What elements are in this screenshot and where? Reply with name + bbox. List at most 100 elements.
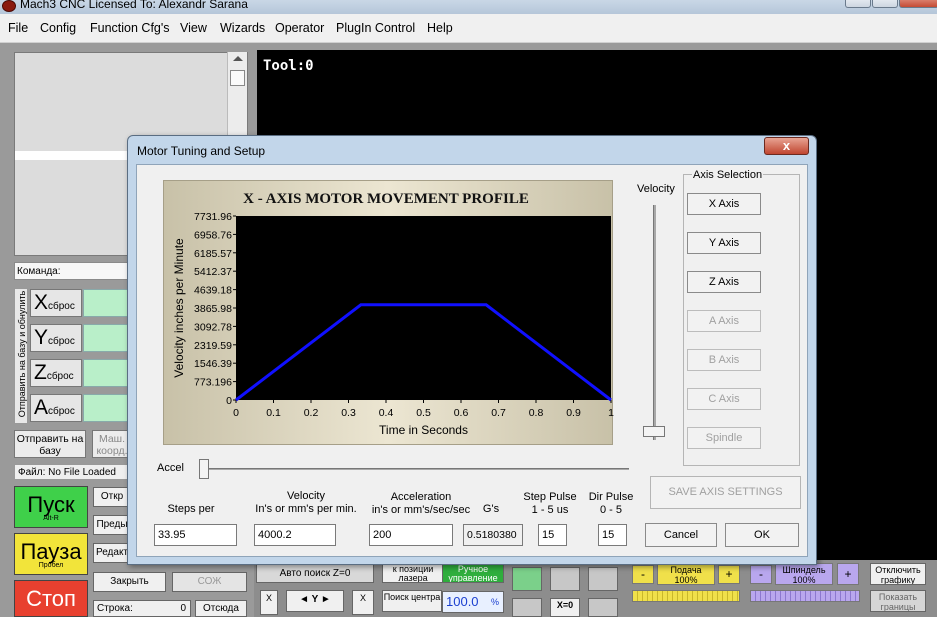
x-tick-label: 0.4 [379,407,394,419]
run-from-here-button[interactable]: Отсюда [195,600,247,617]
y-tick-label: 2319.59 [194,340,232,352]
machine-coords-button[interactable]: Маш. коорд. [92,430,132,458]
minimize-button[interactable] [845,0,871,8]
acceleration-field-label: Acceleration in's or mm's/sec/sec [359,491,483,517]
menu-file[interactable]: File [8,21,28,35]
plot-area [236,216,611,400]
bottom-controls: Авто поиск Z=0 к позиции лазера Ручное у… [254,560,937,617]
close-gcode-button[interactable]: Закрыть [93,572,166,592]
maximize-button[interactable] [872,0,898,8]
disable-graphics-button[interactable]: Отключить графику [870,563,926,585]
b-axis-button[interactable]: B Axis [687,349,761,371]
cycle-start-button[interactable]: Пуск Alt-R [14,486,88,528]
a-dro[interactable] [83,394,129,422]
recent-file-button[interactable]: Преды [93,515,131,535]
x-axis-button[interactable]: X Axis [687,193,761,215]
a-axis-button[interactable]: A Axis [687,310,761,332]
ref-all-home-button[interactable]: Отправить на базу и обнулить [14,288,28,424]
auto-tool-zero-button[interactable]: Авто поиск Z=0 [256,564,374,583]
prev-label: Преды [96,519,128,530]
zero-z-button[interactable]: Zсброс [30,359,82,387]
cancel-label: Cancel [663,529,699,541]
velocity-field-label: Velocity In's or mm's per min. [243,490,369,516]
menu-config[interactable]: Config [40,21,76,35]
send-home-button[interactable]: Отправить на базу [14,430,86,458]
axis-selection-label: Axis Selection [692,169,764,181]
velocity-slider-track[interactable] [653,205,656,440]
jog-x-right-button[interactable]: X [352,590,374,615]
jog-y-button[interactable]: ◄ Y ► [286,590,344,612]
menu-wizards[interactable]: Wizards [220,21,265,35]
cancel-button[interactable]: Cancel [645,523,717,547]
edit-gcode-button[interactable]: Редакт [93,543,131,563]
spindle-override-bar[interactable] [750,590,860,602]
accel-slider-track[interactable] [203,468,629,470]
steps-per-label: Steps per [155,503,227,516]
open-gcode-button[interactable]: Откр [93,487,131,507]
feed-minus-button[interactable]: - [632,565,654,584]
menu-view[interactable]: View [180,21,207,35]
z-axis-button[interactable]: Z Axis [687,271,761,293]
spindle-plus-button[interactable]: + [837,563,859,585]
manual-mode-button[interactable]: Ручное управление [442,563,504,583]
x-zero-button[interactable]: X=0 [550,598,580,617]
gs-input[interactable] [463,524,523,546]
step-pulse-input[interactable] [538,524,567,546]
spindle-minus-button[interactable]: - [750,565,772,584]
show-bounds-button[interactable]: Показать границы [870,590,926,612]
velocity-label-line1: Velocity [287,490,325,502]
c-axis-button[interactable]: C Axis [687,388,761,410]
feed-plus-button[interactable]: + [718,565,740,584]
file-status: Файл: No File Loaded [14,464,132,480]
menu-help[interactable]: Help [427,21,453,35]
spindle-axis-button[interactable]: Spindle [687,427,761,449]
stop-button[interactable]: Стоп [14,580,88,617]
feed-override-bar[interactable] [632,590,740,602]
jog-x-button[interactable]: X [260,590,278,615]
menu-function-cfgs[interactable]: Function Cfg's [90,21,170,35]
feed-hold-button[interactable]: Пауза Пробел [14,533,88,575]
feed-minus-label: - [641,567,645,581]
goto-laser-button[interactable]: к позиции лазера [382,563,444,583]
command-line[interactable]: Команда: [14,262,136,280]
acceleration-input[interactable] [369,524,453,546]
window-close-button[interactable] [899,0,937,8]
steps-per-input[interactable] [154,524,237,546]
velocity-input[interactable] [254,524,336,546]
menu-plugin-control[interactable]: PlugIn Control [336,21,415,35]
scroll-up-icon[interactable] [233,56,243,61]
jog-left-icon[interactable] [512,598,542,617]
feed-rate-percent[interactable]: 100.0% [442,591,504,613]
zero-a-button[interactable]: Aсброс [30,394,82,422]
dir-pulse-input[interactable] [598,524,627,546]
find-center-button[interactable]: Поиск центра [382,590,442,612]
step-pulse-line1: Step Pulse [523,491,577,503]
zero-x-button[interactable]: Xсброс [30,289,82,317]
z-dro[interactable] [83,359,129,387]
y-tick-label: 6958.76 [194,229,232,241]
send-home-label: Отправить на базу [16,433,84,457]
velocity-slider-thumb[interactable] [643,426,665,437]
save-axis-settings-button[interactable]: SAVE AXIS SETTINGS [650,476,801,509]
y-axis-button[interactable]: Y Axis [687,232,761,254]
line-number-field[interactable]: Строка: 0 [93,600,191,617]
y-dro[interactable] [83,324,129,352]
menu-operator[interactable]: Operator [275,21,324,35]
scroll-thumb[interactable] [230,70,245,86]
x-tick-label: 0.3 [341,407,356,419]
home-arrow-icon[interactable] [588,567,618,591]
ok-button[interactable]: OK [725,523,799,547]
accel-slider-thumb[interactable] [199,459,209,479]
jog-z-up-icon[interactable] [550,567,580,591]
jog-right-icon[interactable] [588,598,618,617]
jog-up-icon[interactable] [512,567,542,591]
coolant-button[interactable]: СОЖ [172,572,247,592]
dialog-close-button[interactable]: x [764,137,809,155]
x-tick-label: 1 [608,407,614,419]
spindle-minus-label: - [759,567,763,581]
zero-y-button[interactable]: Yсброс [30,324,82,352]
file-status-label: Файл: No File Loaded [18,467,116,478]
gs-label-text: G's [482,503,500,515]
a-axis-label: A Axis [709,315,739,327]
x-dro[interactable] [83,289,129,317]
